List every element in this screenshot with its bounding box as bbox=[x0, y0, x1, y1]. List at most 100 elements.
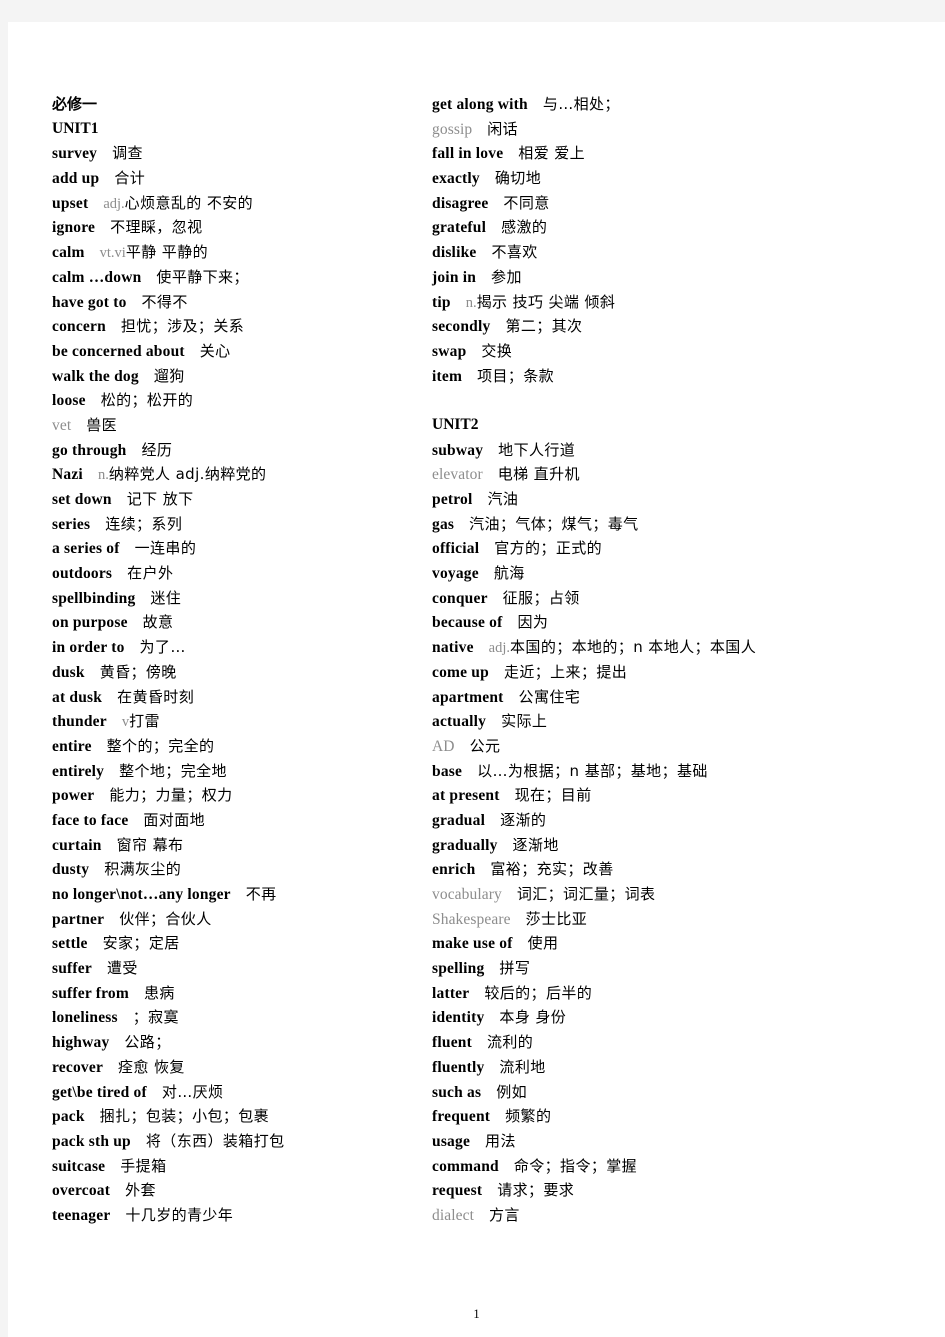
entry-headword: in order to bbox=[52, 639, 125, 657]
vocabulary-entry: thunder v打雷 bbox=[52, 709, 422, 734]
vocabulary-entry: vet 兽医 bbox=[52, 413, 422, 438]
vocabulary-entry: spelling 拼写 bbox=[432, 956, 862, 981]
vocabulary-entry: elevator 电梯 直升机 bbox=[432, 462, 862, 487]
entry-headword: a series of bbox=[52, 540, 120, 558]
entry-headword: make use of bbox=[432, 935, 513, 953]
entry-headword: gossip bbox=[432, 120, 473, 138]
entry-headword: fall in love bbox=[432, 145, 504, 163]
entry-headword: entire bbox=[52, 737, 92, 755]
entry-headword: walk the dog bbox=[52, 367, 139, 385]
vocabulary-entry: highway 公路； bbox=[52, 1030, 422, 1055]
entry-headword: enrich bbox=[432, 861, 476, 879]
entry-headword: spelling bbox=[432, 960, 485, 978]
entry-part-of-speech: adj. bbox=[103, 195, 125, 212]
entry-headword: dusty bbox=[52, 861, 90, 879]
entry-headword: native bbox=[432, 639, 474, 657]
entry-headword: curtain bbox=[52, 836, 102, 854]
entry-gloss: 安家；定居 bbox=[102, 934, 180, 953]
entry-headword: frequent bbox=[432, 1108, 491, 1126]
entry-gloss: 一连串的 bbox=[134, 539, 197, 558]
entry-gloss: 连续；系列 bbox=[105, 514, 183, 533]
vocabulary-entry: entire 整个的；完全的 bbox=[52, 734, 422, 759]
entry-headword: pack sth up bbox=[52, 1132, 131, 1150]
vocabulary-entry: secondly 第二；其次 bbox=[432, 314, 862, 339]
entry-headword: grateful bbox=[432, 219, 487, 237]
vocabulary-entry: frequent 频繁的 bbox=[432, 1104, 862, 1129]
entry-headword: suffer from bbox=[52, 984, 129, 1002]
entry-gloss: 用法 bbox=[485, 1131, 516, 1150]
entry-gloss: 经历 bbox=[141, 440, 173, 459]
vocabulary-entry: native adj.本国的；本地的；n 本地人；本国人 bbox=[432, 635, 862, 660]
vocabulary-entry: be concerned about 关心 bbox=[52, 339, 422, 364]
entry-gloss: 纳粹党人 adj.纳粹党的 bbox=[108, 465, 267, 484]
entry-headword: series bbox=[52, 515, 91, 533]
entry-gloss: 因为 bbox=[517, 613, 549, 632]
vocabulary-entry: pack 捆扎；包装；小包；包裹 bbox=[52, 1104, 422, 1129]
vocabulary-entry: dusk 黄昏；傍晚 bbox=[52, 660, 422, 685]
entry-headword: exactly bbox=[432, 170, 480, 188]
entry-headword: disagree bbox=[432, 194, 489, 212]
vocabulary-entry: AD 公元 bbox=[432, 734, 862, 759]
vocabulary-entry: loneliness ；寂寞 bbox=[52, 1005, 422, 1030]
entry-gloss: 项目；条款 bbox=[477, 366, 555, 385]
entry-gloss: 以…为根据；n 基部；基地；基础 bbox=[477, 761, 708, 780]
vocabulary-entry: curtain 窗帘 幕布 bbox=[52, 833, 422, 858]
entry-gloss: 在黄昏时刻 bbox=[117, 687, 195, 706]
entry-headword: join in bbox=[432, 268, 477, 286]
entry-headword: set down bbox=[52, 491, 112, 508]
entry-gloss: 公元 bbox=[469, 736, 501, 755]
entry-headword: fluent bbox=[432, 1034, 472, 1052]
vocabulary-entry: overcoat 外套 bbox=[52, 1178, 422, 1203]
entry-gloss: 担忧；涉及；关系 bbox=[120, 317, 245, 336]
entry-headword: actually bbox=[432, 713, 487, 731]
vocabulary-entry: teenager 十几岁的青少年 bbox=[52, 1203, 422, 1228]
entry-headword: ignore bbox=[52, 219, 96, 237]
entry-gloss: 伙伴；合伙人 bbox=[119, 909, 212, 928]
vocabulary-entry: at present 现在；目前 bbox=[432, 783, 862, 808]
entry-headword: overcoat bbox=[52, 1182, 111, 1200]
entry-gloss: 为了… bbox=[139, 638, 186, 657]
entry-headword: swap bbox=[432, 342, 467, 360]
entry-headword: AD bbox=[432, 737, 455, 755]
vocabulary-entry: come up 走近；上来；提出 bbox=[432, 660, 862, 685]
vocabulary-entry: pack sth up 将（东西）装箱打包 bbox=[52, 1129, 422, 1154]
entry-headword: latter bbox=[432, 984, 470, 1002]
vocabulary-entry: at dusk 在黄昏时刻 bbox=[52, 685, 422, 710]
entry-gloss: ；寂寞 bbox=[132, 1008, 179, 1027]
vocabulary-entry: conquer 征服；占领 bbox=[432, 586, 862, 611]
entry-headword: thunder bbox=[52, 713, 107, 731]
entry-headword: have got to bbox=[52, 293, 127, 311]
entry-gloss: 兽医 bbox=[86, 415, 118, 434]
section-heading-label: 必修一 bbox=[52, 95, 98, 113]
entry-gloss: 痊愈 恢复 bbox=[118, 1057, 185, 1076]
entry-headword: gas bbox=[432, 515, 455, 533]
section-heading-label: UNIT2 bbox=[432, 415, 479, 433]
vocabulary-entry: exactly 确切地 bbox=[432, 166, 862, 191]
entry-headword: settle bbox=[52, 935, 88, 953]
vocabulary-entry: series 连续；系列 bbox=[52, 512, 422, 537]
vocabulary-entry: such as 例如 bbox=[432, 1080, 862, 1105]
vocabulary-entry: spellbinding 迷住 bbox=[52, 586, 422, 611]
entry-headword: outdoors bbox=[52, 565, 113, 583]
entry-gloss: 在户外 bbox=[127, 564, 174, 583]
entry-gloss: 航海 bbox=[493, 564, 525, 583]
entry-gloss: 不得不 bbox=[141, 292, 188, 311]
vocabulary-entry: loose 松的；松开的 bbox=[52, 388, 422, 413]
vocabulary-entry: dialect 方言 bbox=[432, 1203, 862, 1228]
entry-headword: entirely bbox=[52, 762, 105, 780]
entry-headword: no longer\not…any longer bbox=[52, 886, 231, 903]
entry-gloss: 调查 bbox=[112, 144, 143, 163]
vocabulary-entry: fall in love 相爱 爱上 bbox=[432, 141, 862, 166]
vocabulary-entry: base 以…为根据；n 基部；基地；基础 bbox=[432, 759, 862, 784]
entry-gloss: 流利的 bbox=[486, 1033, 534, 1052]
vocabulary-entry: suffer from 患病 bbox=[52, 981, 422, 1006]
entry-headword: power bbox=[52, 787, 95, 805]
entry-headword: dislike bbox=[432, 244, 477, 262]
entry-headword: command bbox=[432, 1157, 499, 1175]
vocabulary-entry: official 官方的；正式的 bbox=[432, 536, 862, 561]
vocabulary-entry: fluent 流利的 bbox=[432, 1030, 862, 1055]
entry-headword: voyage bbox=[432, 565, 479, 583]
vocabulary-entry: face to face 面对面地 bbox=[52, 808, 422, 833]
entry-gloss: 逐渐地 bbox=[512, 835, 559, 854]
